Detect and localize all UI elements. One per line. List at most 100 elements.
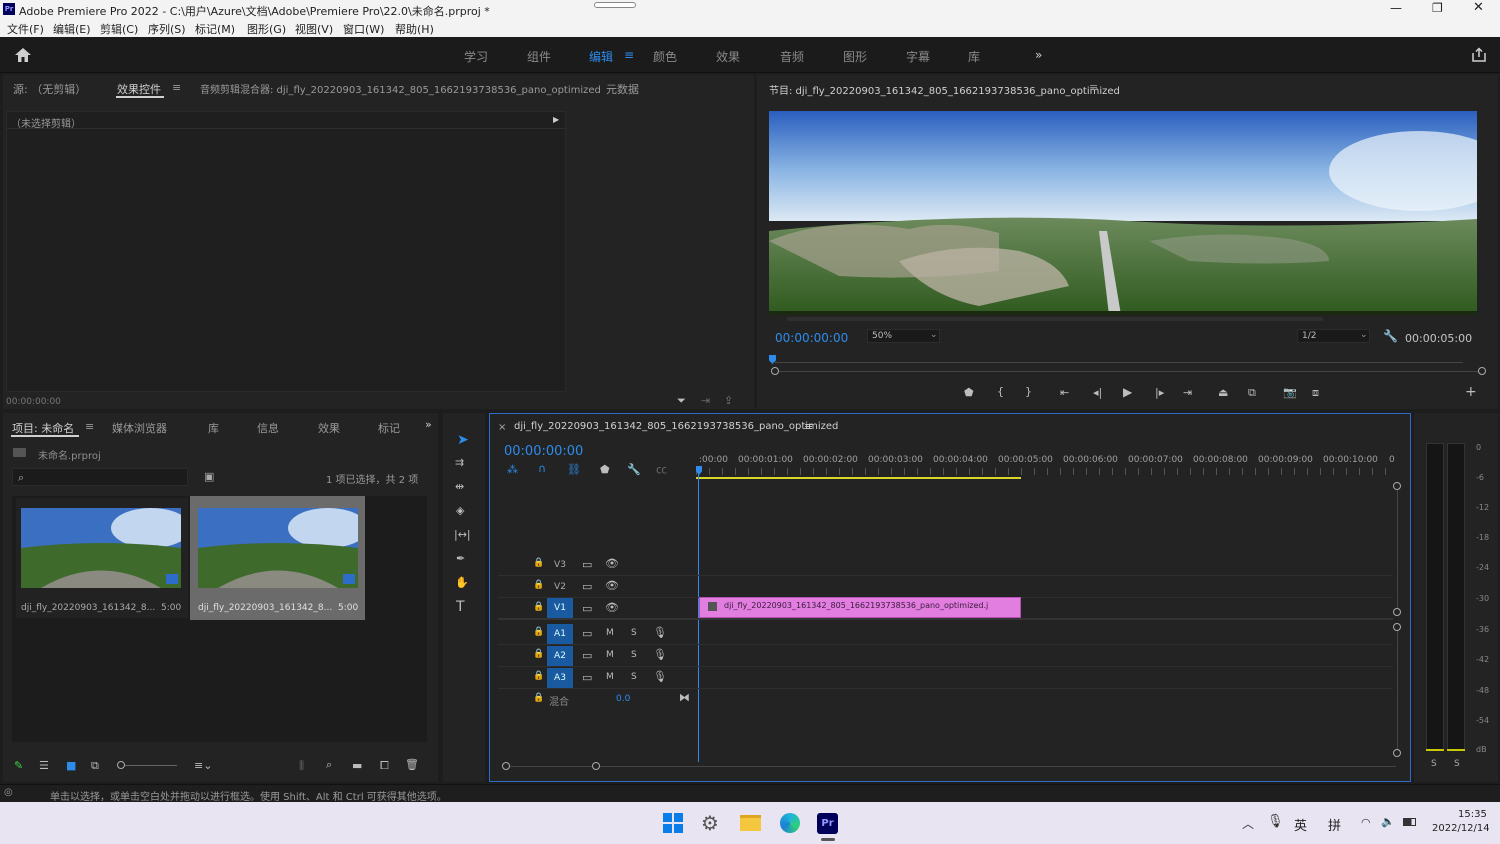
sequence-tab[interactable]: dji_fly_20220903_161342_805_166219373853… bbox=[514, 421, 838, 432]
play-only-audio-icon[interactable]: ⇥ bbox=[701, 395, 710, 406]
timeline-settings-icon[interactable]: 🔧 bbox=[627, 464, 641, 475]
workspace-menu-icon[interactable]: ≡ bbox=[624, 48, 634, 62]
menu-help[interactable]: 帮助(H) bbox=[395, 21, 434, 37]
solo-button[interactable]: S bbox=[631, 629, 637, 638]
scroll-handle[interactable] bbox=[1393, 608, 1401, 616]
video-clip[interactable]: dji_fly_20220903_161342_805_166219373853… bbox=[699, 597, 1021, 618]
solo-left-button[interactable]: S bbox=[1431, 759, 1437, 769]
input-method[interactable]: 拼 bbox=[1328, 815, 1341, 834]
lock-icon[interactable]: 🔒 bbox=[533, 672, 544, 681]
camera-icon[interactable]: 📷 bbox=[1283, 387, 1297, 398]
workspace-color[interactable]: 颜色 bbox=[653, 48, 677, 65]
icon-view-icon[interactable]: ■ bbox=[66, 760, 76, 771]
battery-icon[interactable] bbox=[1403, 818, 1416, 826]
tab-effect-controls[interactable]: 效果控件 bbox=[117, 81, 161, 97]
workspace-captions[interactable]: 字幕 bbox=[906, 48, 930, 65]
step-back-icon[interactable]: ◂| bbox=[1093, 387, 1102, 398]
monitor-scrollbar[interactable] bbox=[787, 317, 1323, 321]
track-label-v3[interactable]: V3 bbox=[547, 555, 573, 575]
tab-media-browser[interactable]: 媒体浏览器 bbox=[112, 420, 167, 436]
workspace-assembly[interactable]: 组件 bbox=[527, 48, 551, 65]
work-area-bar[interactable] bbox=[696, 477, 1021, 479]
vertical-scroll-audio[interactable] bbox=[1397, 628, 1398, 752]
nest-sequence-icon[interactable]: ⁂ bbox=[507, 464, 518, 475]
settings-wrench-icon[interactable]: 🔧 bbox=[1383, 330, 1398, 342]
track-select-tool-icon[interactable]: ⇉ bbox=[455, 457, 464, 468]
tab-libraries[interactable]: 库 bbox=[208, 420, 219, 436]
selection-tool-icon[interactable]: ➤ bbox=[457, 433, 469, 447]
add-marker-timeline-icon[interactable]: ⬟ bbox=[600, 464, 610, 475]
zoom-handle-right[interactable] bbox=[1478, 367, 1486, 375]
workspace-effects[interactable]: 效果 bbox=[716, 48, 740, 65]
list-view-icon[interactable]: ☰ bbox=[39, 760, 49, 771]
restore-button[interactable]: ❐ bbox=[1432, 1, 1443, 15]
lock-icon[interactable]: 🔒 bbox=[533, 650, 544, 659]
input-language[interactable]: 英 bbox=[1294, 815, 1307, 834]
trash-icon[interactable]: 🗑 bbox=[405, 759, 419, 770]
clock-date[interactable]: 2022/12/14 bbox=[1432, 823, 1490, 834]
menu-clip[interactable]: 剪辑(C) bbox=[100, 21, 138, 37]
tray-chevron-icon[interactable]: ︿ bbox=[1242, 815, 1254, 832]
panel-menu-icon[interactable]: ≡ bbox=[172, 81, 181, 94]
find-icon[interactable]: ⌕ bbox=[326, 759, 332, 770]
sync-lock-icon[interactable]: ▭ bbox=[582, 650, 592, 661]
tab-audio-clip-mixer[interactable]: 音频剪辑混合器: dji_fly_20220903_161342_805_166… bbox=[200, 81, 601, 96]
play-icon[interactable]: ▶ bbox=[1123, 386, 1132, 398]
type-tool-icon[interactable]: T bbox=[456, 600, 465, 614]
go-to-out-icon[interactable]: ⇥ bbox=[1183, 387, 1192, 398]
windows-start-icon[interactable] bbox=[663, 813, 683, 833]
zoom-handle-right[interactable] bbox=[592, 762, 600, 770]
ripple-edit-tool-icon[interactable]: ⇹ bbox=[455, 481, 464, 492]
horizontal-zoom-bar[interactable] bbox=[506, 766, 1396, 767]
zoom-bar[interactable] bbox=[773, 371, 1483, 372]
freeform-view-icon[interactable]: ⧉ bbox=[91, 760, 99, 771]
program-monitor-title[interactable]: 节目: dji_fly_20220903_161342_805_16621937… bbox=[769, 82, 1120, 97]
list-item[interactable]: dji_fly_20220903_161342_8... 5:00 bbox=[16, 498, 188, 618]
mark-out-icon[interactable]: } bbox=[1025, 386, 1032, 397]
share-icon[interactable] bbox=[1471, 47, 1487, 63]
more-panels-icon[interactable]: » bbox=[425, 418, 432, 431]
home-icon[interactable] bbox=[14, 47, 32, 63]
go-to-in-icon[interactable]: ⇤ bbox=[1060, 387, 1069, 398]
close-button[interactable]: ✕ bbox=[1473, 0, 1484, 15]
sync-lock-icon[interactable]: ▭ bbox=[582, 603, 592, 614]
mute-button[interactable]: M bbox=[606, 651, 614, 660]
scroll-handle[interactable] bbox=[1393, 749, 1401, 757]
track-label-v1[interactable]: V1 bbox=[547, 598, 573, 618]
microphone-icon[interactable]: 🎙 bbox=[653, 627, 667, 638]
slip-tool-icon[interactable]: |↔| bbox=[454, 529, 471, 540]
microphone-tray-icon[interactable]: 🎙 bbox=[1267, 814, 1284, 829]
close-sequence-icon[interactable]: × bbox=[498, 422, 506, 433]
solo-button[interactable]: S bbox=[631, 673, 637, 682]
tab-project[interactable]: 项目: 未命名 bbox=[12, 420, 74, 436]
new-bin-icon[interactable]: ▬ bbox=[352, 760, 362, 771]
solo-button[interactable]: S bbox=[631, 651, 637, 660]
clock-time[interactable]: 15:35 bbox=[1458, 809, 1487, 820]
sequence-menu-icon[interactable]: ≡ bbox=[804, 420, 813, 433]
project-menu-icon[interactable]: ≡ bbox=[85, 420, 94, 433]
mix-value[interactable]: 0.0 bbox=[616, 694, 630, 704]
mark-in-icon[interactable]: { bbox=[997, 386, 1004, 397]
volume-icon[interactable]: 🔈 bbox=[1381, 815, 1395, 828]
sync-lock-icon[interactable]: ▭ bbox=[582, 559, 592, 570]
filter-icon[interactable]: ⏷ bbox=[677, 395, 686, 406]
mute-button[interactable]: M bbox=[606, 629, 614, 638]
lock-icon[interactable]: 🔒 bbox=[533, 581, 544, 590]
pen-tool-icon[interactable]: ✒ bbox=[456, 553, 465, 564]
zoom-select[interactable]: 50% ⌄ bbox=[867, 329, 940, 343]
menu-window[interactable]: 窗口(W) bbox=[343, 21, 384, 37]
eye-icon[interactable]: 👁 bbox=[605, 558, 619, 569]
time-ruler[interactable]: :00:00 00:00:01:00 00:00:02:00 00:00:03:… bbox=[696, 450, 1396, 480]
wifi-icon[interactable]: ◠ bbox=[1361, 816, 1371, 829]
scroll-handle[interactable] bbox=[1393, 482, 1401, 490]
sort-icons-icon[interactable]: ≡⌄ bbox=[194, 760, 212, 771]
workspace-graphics[interactable]: 图形 bbox=[843, 48, 867, 65]
lift-icon[interactable]: ⏏ bbox=[1218, 387, 1228, 398]
track-label-a1[interactable]: A1 bbox=[547, 624, 573, 644]
new-bin-from-search-icon[interactable]: ▣ bbox=[204, 471, 214, 482]
menu-view[interactable]: 视图(V) bbox=[295, 21, 333, 37]
step-forward-icon[interactable]: |▸ bbox=[1155, 387, 1164, 398]
workspace-audio[interactable]: 音频 bbox=[780, 48, 804, 65]
list-item[interactable]: dji_fly_20220903_161342_8... 5:00 bbox=[190, 496, 365, 620]
vertical-scroll-video[interactable] bbox=[1397, 486, 1398, 614]
